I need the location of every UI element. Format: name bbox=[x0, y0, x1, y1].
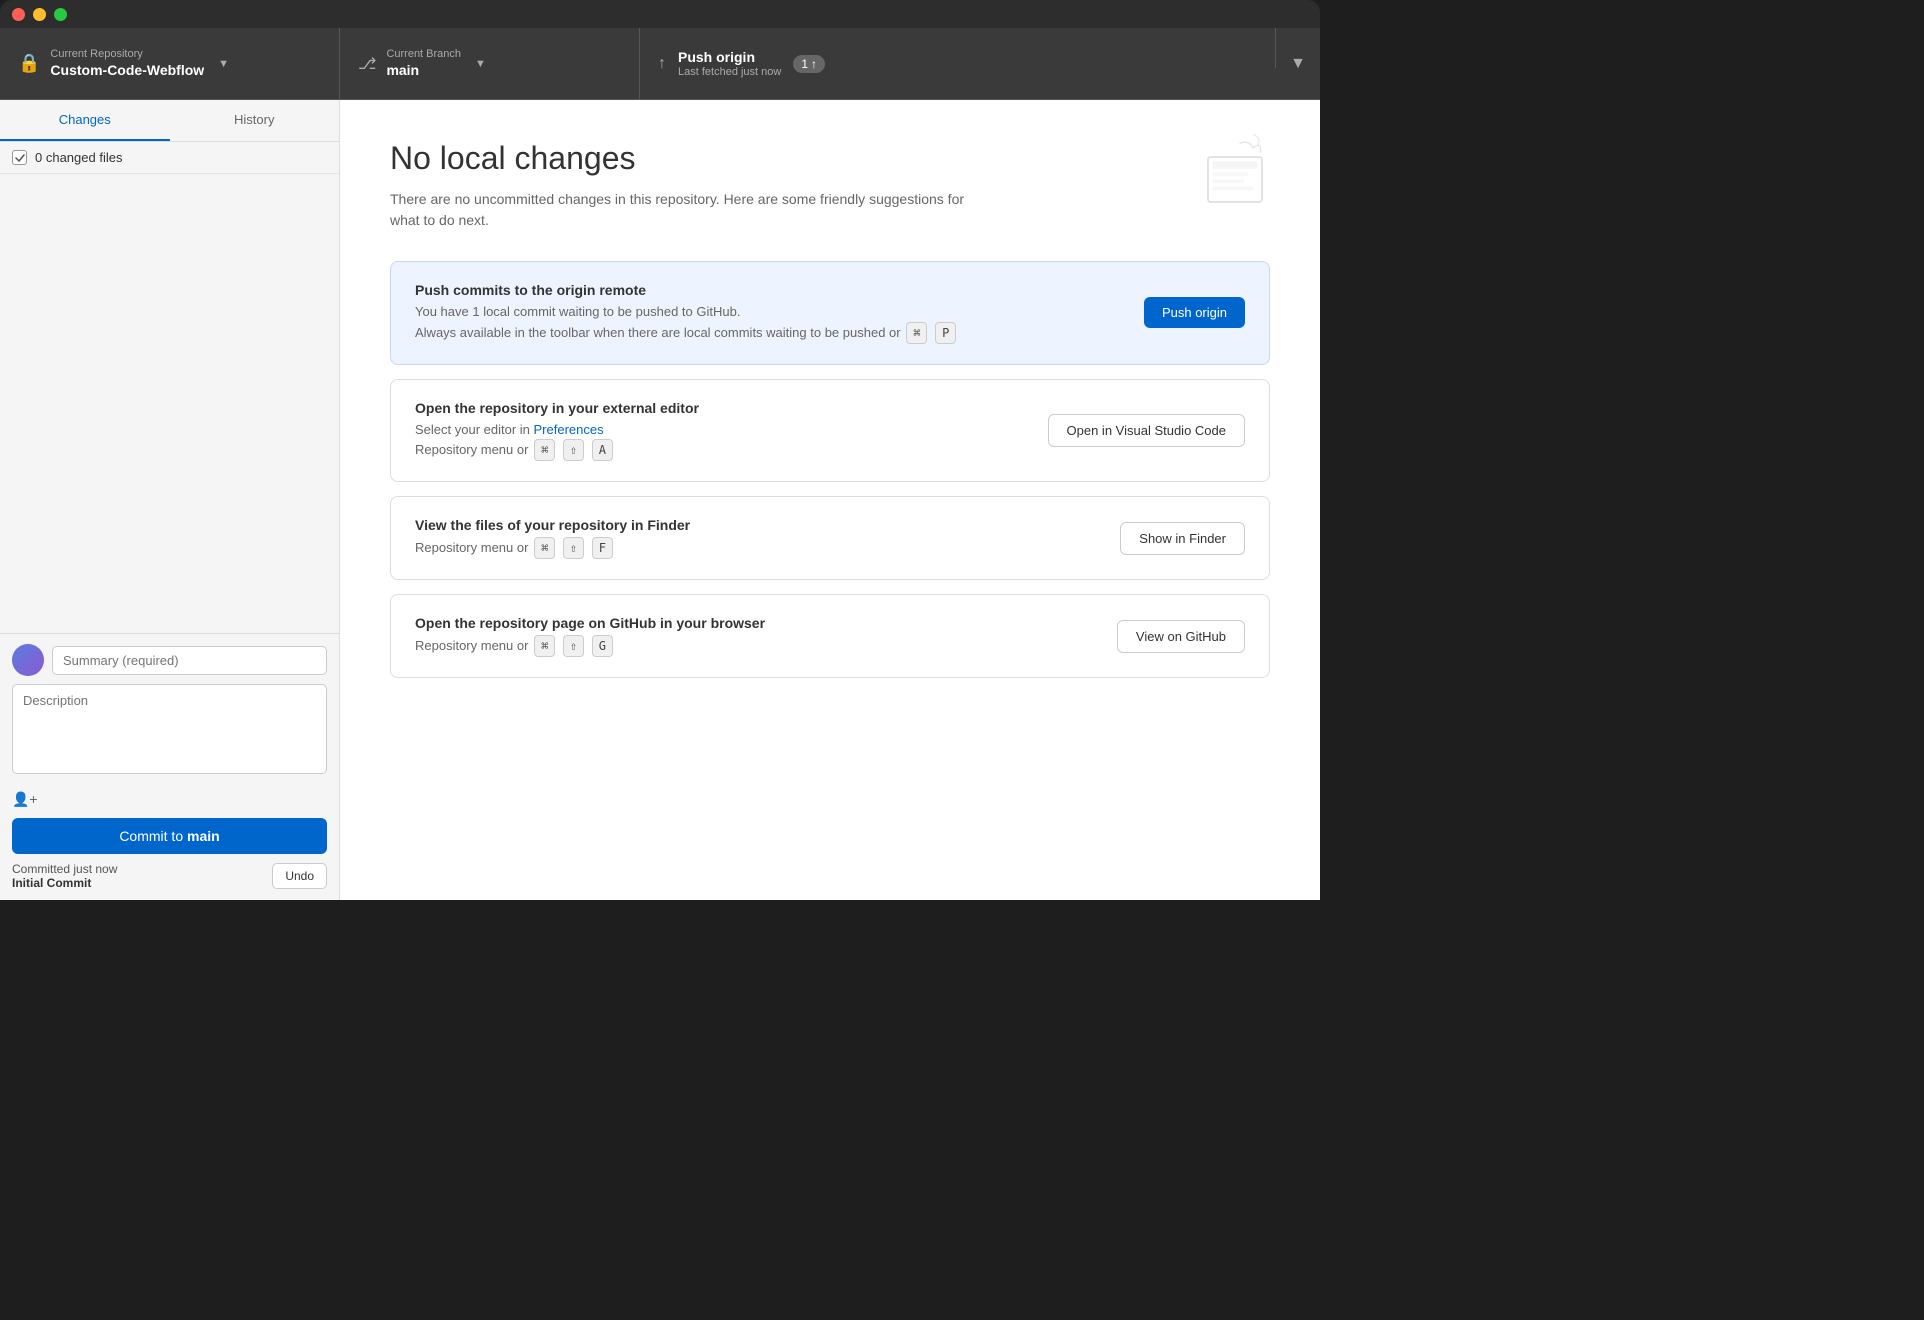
kbd-shift1: ⇧ bbox=[563, 439, 584, 461]
push-commits-text: Push commits to the origin remote You ha… bbox=[415, 282, 1124, 344]
main-content: No local changes There are no uncommitte… bbox=[340, 100, 1320, 900]
kbd-p: P bbox=[935, 322, 956, 344]
repository-chevron-icon: ▼ bbox=[218, 58, 229, 70]
changed-files-label: 0 changed files bbox=[35, 150, 122, 165]
committed-text: Committed just now Initial Commit bbox=[12, 862, 117, 890]
no-changes-illustration bbox=[1190, 130, 1280, 220]
main-layout: Changes History 0 changed files bbox=[0, 100, 1320, 900]
show-finder-title: View the files of your repository in Fin… bbox=[415, 517, 1100, 533]
minimize-button[interactable] bbox=[33, 8, 46, 21]
show-finder-card: View the files of your repository in Fin… bbox=[390, 496, 1270, 580]
commit-button[interactable]: Commit to main bbox=[12, 818, 327, 854]
summary-input[interactable] bbox=[52, 646, 327, 675]
repository-label: Current Repository bbox=[50, 48, 204, 61]
branch-name: main bbox=[386, 61, 461, 79]
push-commits-title: Push commits to the origin remote bbox=[415, 282, 1124, 298]
sidebar-tabs: Changes History bbox=[0, 100, 339, 142]
show-in-finder-button[interactable]: Show in Finder bbox=[1120, 522, 1245, 555]
view-github-text: Open the repository page on GitHub in yo… bbox=[415, 615, 1097, 657]
sidebar-content bbox=[0, 174, 339, 633]
repository-name: Custom-Code-Webflow bbox=[50, 61, 204, 79]
branch-icon: ⎇ bbox=[358, 54, 376, 74]
kbd-f: F bbox=[592, 537, 613, 559]
branch-chevron-icon: ▼ bbox=[475, 58, 486, 70]
open-editor-text: Open the repository in your external edi… bbox=[415, 400, 1028, 462]
view-on-github-button[interactable]: View on GitHub bbox=[1117, 620, 1245, 653]
show-finder-text: View the files of your repository in Fin… bbox=[415, 517, 1100, 559]
push-up-arrow-icon: ↑ bbox=[658, 55, 666, 73]
open-vscode-button[interactable]: Open in Visual Studio Code bbox=[1048, 414, 1245, 447]
current-branch-section[interactable]: ⎇ Current Branch main ▼ bbox=[340, 28, 640, 99]
lock-icon: 🔒 bbox=[18, 53, 40, 74]
push-origin-text: Push origin Last fetched just now bbox=[678, 48, 781, 79]
push-origin-section[interactable]: ↑ Push origin Last fetched just now 1 ↑ bbox=[640, 28, 1275, 99]
open-editor-title: Open the repository in your external edi… bbox=[415, 400, 1028, 416]
commit-area: 👤+ Commit to main Committed just now Ini… bbox=[0, 633, 339, 900]
kbd-cmd2: ⌘ bbox=[534, 439, 555, 461]
close-button[interactable] bbox=[12, 8, 25, 21]
open-editor-desc: Select your editor in Preferences Reposi… bbox=[415, 420, 1028, 462]
push-origin-dropdown[interactable]: ▼ bbox=[1276, 28, 1320, 99]
kbd-g: G bbox=[592, 635, 613, 657]
kbd-shift2: ⇧ bbox=[563, 537, 584, 559]
no-changes-title: No local changes bbox=[390, 140, 1270, 177]
push-commits-card: Push commits to the origin remote You ha… bbox=[390, 261, 1270, 365]
kbd-cmd4: ⌘ bbox=[534, 635, 555, 657]
push-commits-desc: You have 1 local commit waiting to be pu… bbox=[415, 302, 1124, 344]
tab-changes[interactable]: Changes bbox=[0, 100, 170, 141]
undo-button[interactable]: Undo bbox=[272, 863, 327, 889]
view-github-desc: Repository menu or ⌘ ⇧ G bbox=[415, 635, 1097, 657]
toolbar: 🔒 Current Repository Custom-Code-Webflow… bbox=[0, 28, 1320, 100]
committed-row: Committed just now Initial Commit Undo bbox=[12, 862, 327, 890]
show-finder-desc: Repository menu or ⌘ ⇧ F bbox=[415, 537, 1100, 559]
no-changes-subtitle: There are no uncommitted changes in this… bbox=[390, 189, 990, 231]
open-editor-card: Open the repository in your external edi… bbox=[390, 379, 1270, 483]
current-repository-section[interactable]: 🔒 Current Repository Custom-Code-Webflow… bbox=[0, 28, 340, 99]
kbd-shift3: ⇧ bbox=[563, 635, 584, 657]
push-origin-sublabel: Last fetched just now bbox=[678, 66, 781, 79]
sidebar: Changes History 0 changed files bbox=[0, 100, 340, 900]
kbd-a: A bbox=[592, 439, 613, 461]
titlebar bbox=[0, 0, 1320, 28]
coauthors-row[interactable]: 👤+ bbox=[12, 787, 327, 812]
changed-files-row: 0 changed files bbox=[0, 142, 339, 174]
push-origin-label: Push origin bbox=[678, 48, 781, 66]
changed-files-checkbox[interactable] bbox=[12, 150, 27, 165]
branch-label: Current Branch bbox=[386, 48, 461, 61]
push-count-badge: 1 ↑ bbox=[793, 55, 825, 73]
tab-history[interactable]: History bbox=[170, 100, 340, 141]
push-origin-button[interactable]: Push origin bbox=[1144, 297, 1245, 328]
view-github-card: Open the repository page on GitHub in yo… bbox=[390, 594, 1270, 678]
coauthors-icon: 👤+ bbox=[12, 791, 38, 808]
push-dropdown-chevron-icon: ▼ bbox=[1290, 55, 1306, 73]
branch-text: Current Branch main bbox=[386, 48, 461, 79]
description-textarea[interactable] bbox=[12, 684, 327, 774]
checkbox-check-icon bbox=[15, 154, 25, 162]
kbd-cmd3: ⌘ bbox=[534, 537, 555, 559]
view-github-title: Open the repository page on GitHub in yo… bbox=[415, 615, 1097, 631]
avatar bbox=[12, 644, 44, 676]
commit-input-row bbox=[12, 644, 327, 676]
preferences-link[interactable]: Preferences bbox=[534, 422, 604, 437]
kbd-cmd1: ⌘ bbox=[906, 322, 927, 344]
repository-text: Current Repository Custom-Code-Webflow bbox=[50, 48, 204, 79]
maximize-button[interactable] bbox=[54, 8, 67, 21]
